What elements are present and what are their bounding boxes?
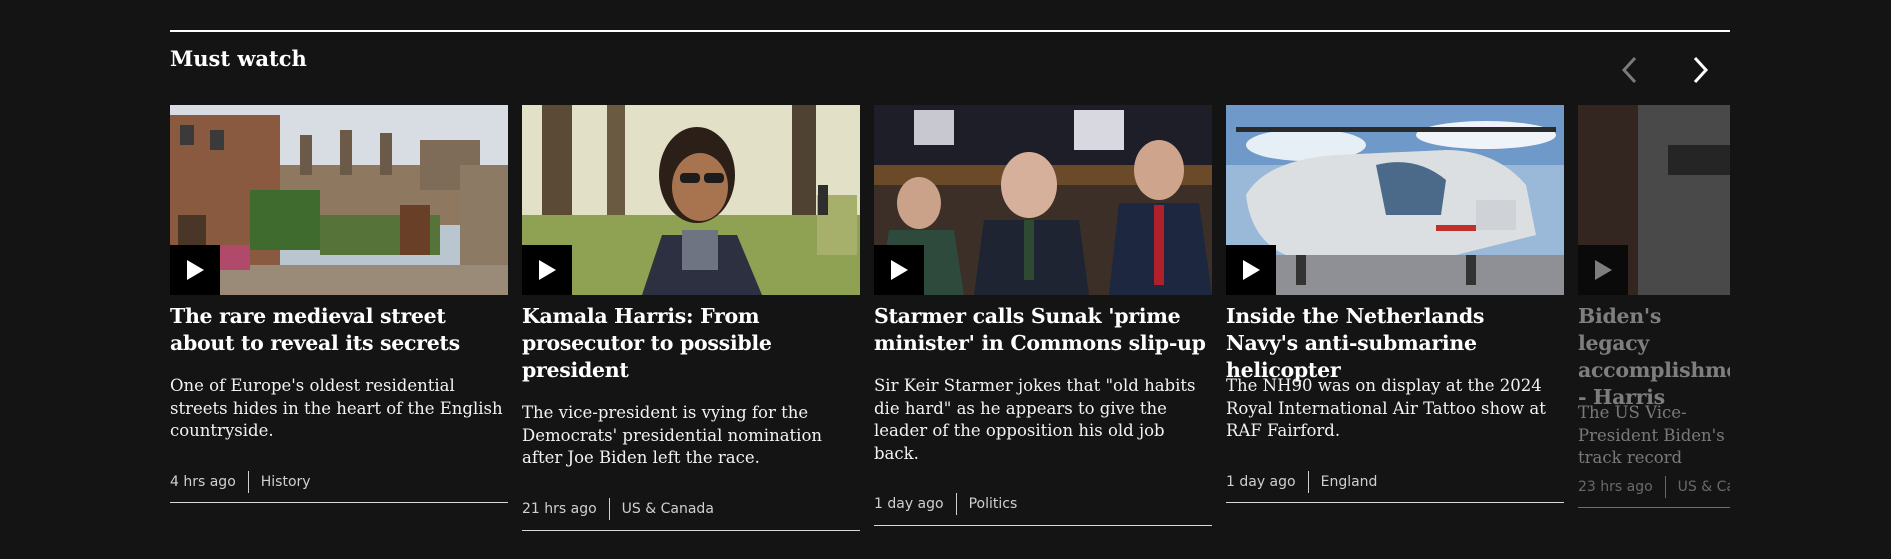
play-button[interactable]: [874, 245, 924, 295]
card-underline: [522, 530, 860, 531]
carousel-next-button[interactable]: [1680, 50, 1720, 90]
card-timestamp: 23 hrs ago: [1578, 479, 1653, 495]
card-meta: 4 hrs ago History: [170, 471, 311, 493]
video-thumbnail[interactable]: [1578, 105, 1730, 295]
card-underline: [170, 502, 508, 503]
chevron-right-icon: [1693, 56, 1709, 84]
card-summary: The US Vice-President Biden's track reco…: [1578, 403, 1725, 467]
card-category[interactable]: History: [261, 474, 311, 490]
video-card[interactable]: Kamala Harris: From prosecutor to possib…: [522, 105, 860, 545]
meta-divider: [955, 493, 957, 515]
meta-divider: [1664, 476, 1666, 498]
meta-divider: [1307, 471, 1309, 493]
play-icon: [187, 260, 204, 280]
meta-divider: [608, 498, 610, 520]
card-category[interactable]: Politics: [969, 496, 1018, 512]
card-summary: One of Europe's oldest residential stree…: [170, 376, 503, 440]
video-thumbnail[interactable]: [522, 105, 860, 295]
section-divider: [170, 30, 1730, 32]
play-button[interactable]: [170, 245, 220, 295]
play-icon: [539, 260, 556, 280]
card-meta: 1 day ago Politics: [874, 493, 1017, 515]
play-icon: [1243, 260, 1260, 280]
card-summary: The vice-president is vying for the Demo…: [522, 403, 823, 467]
play-icon: [1595, 260, 1612, 280]
card-headline[interactable]: The rare medieval street about to reveal…: [170, 303, 505, 357]
card-summary: Sir Keir Starmer jokes that "old habits …: [874, 376, 1196, 463]
play-button[interactable]: [1578, 245, 1628, 295]
card-summary: The NH90 was on display at the 2024 Roya…: [1226, 376, 1546, 440]
chevron-left-icon: [1621, 56, 1637, 84]
card-category[interactable]: US & Canada: [1678, 479, 1730, 495]
card-timestamp: 21 hrs ago: [522, 501, 597, 517]
video-thumbnail[interactable]: [170, 105, 508, 295]
card-category[interactable]: England: [1321, 474, 1378, 490]
card-headline[interactable]: Inside the Netherlands Navy's anti-subma…: [1226, 303, 1561, 384]
card-headline[interactable]: Biden's legacy accomplishments - Harris: [1578, 303, 1730, 411]
video-thumbnail[interactable]: [874, 105, 1212, 295]
card-headline[interactable]: Starmer calls Sunak 'prime minister' in …: [874, 303, 1209, 357]
card-meta: 21 hrs ago US & Canada: [522, 498, 714, 520]
card-meta: 23 hrs ago US & Canada: [1578, 476, 1730, 498]
card-category[interactable]: US & Canada: [622, 501, 714, 517]
card-timestamp: 1 day ago: [1226, 474, 1296, 490]
video-card[interactable]: Starmer calls Sunak 'prime minister' in …: [874, 105, 1212, 545]
card-timestamp: 4 hrs ago: [170, 474, 236, 490]
card-meta: 1 day ago England: [1226, 471, 1377, 493]
play-button[interactable]: [1226, 245, 1276, 295]
play-button[interactable]: [522, 245, 572, 295]
meta-divider: [247, 471, 249, 493]
carousel-prev-button[interactable]: [1610, 50, 1650, 90]
video-carousel: The rare medieval street about to reveal…: [170, 105, 1730, 545]
video-thumbnail[interactable]: [1226, 105, 1564, 295]
card-underline: [874, 525, 1212, 526]
section-title: Must watch: [170, 46, 307, 71]
card-underline: [1578, 507, 1730, 508]
video-card[interactable]: Biden's legacy accomplishments - Harris …: [1578, 105, 1730, 545]
card-headline[interactable]: Kamala Harris: From prosecutor to possib…: [522, 303, 857, 384]
video-card[interactable]: The rare medieval street about to reveal…: [170, 105, 508, 545]
card-timestamp: 1 day ago: [874, 496, 944, 512]
video-card[interactable]: Inside the Netherlands Navy's anti-subma…: [1226, 105, 1564, 545]
card-underline: [1226, 502, 1564, 503]
must-watch-section: Must watch The rare medieval street abou…: [170, 30, 1730, 550]
play-icon: [891, 260, 908, 280]
